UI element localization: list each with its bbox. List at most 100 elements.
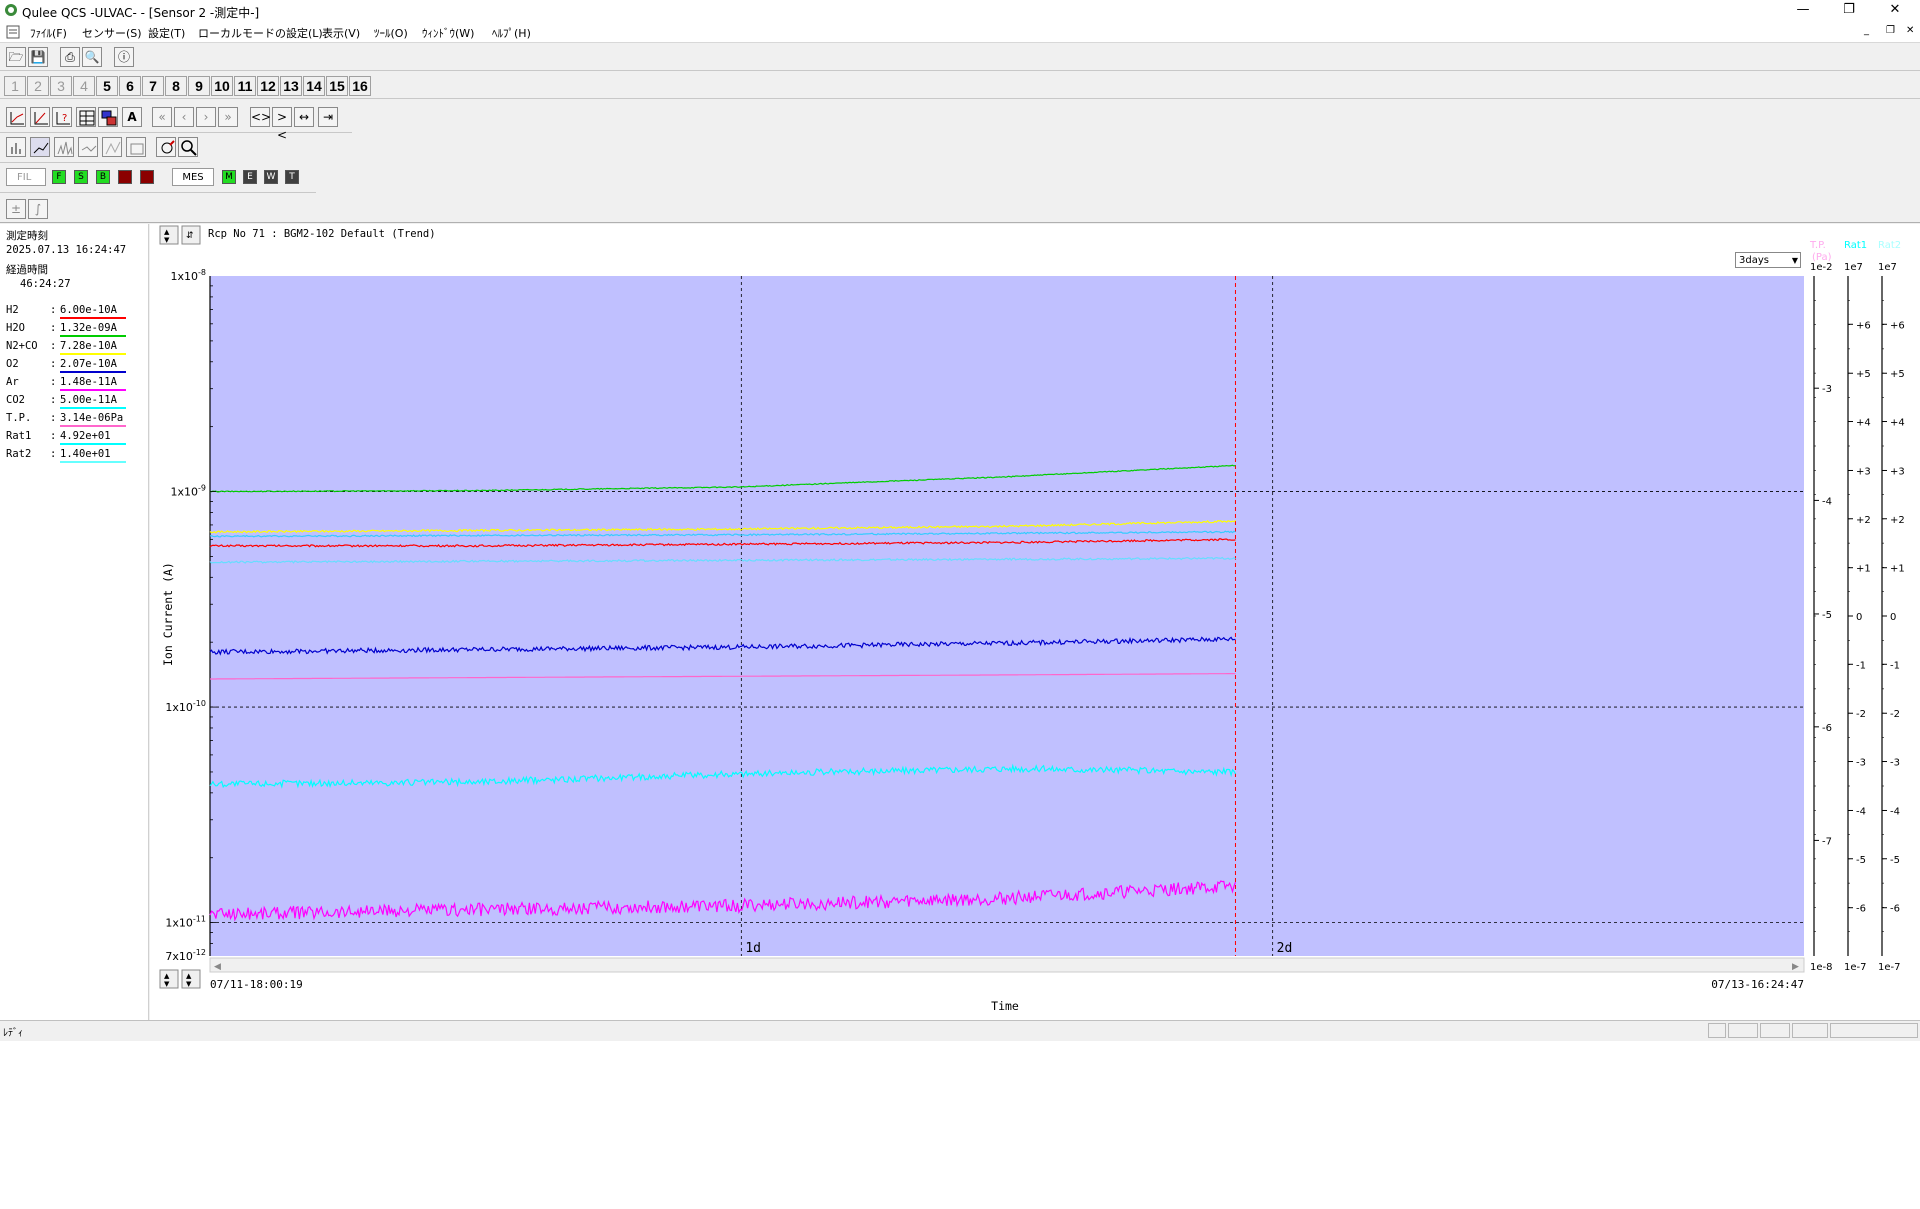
mdi-close-button[interactable]: ✕ bbox=[1906, 25, 1914, 36]
axis-log-icon[interactable] bbox=[30, 107, 50, 127]
grid-settings-icon[interactable] bbox=[76, 107, 96, 127]
measure-button-e[interactable]: E bbox=[243, 170, 257, 184]
menu-local-mode[interactable]: ローカルモードの設定(L) bbox=[198, 25, 323, 41]
zoom-icon[interactable] bbox=[178, 137, 198, 157]
zoom-out-x-icon[interactable]: <> bbox=[250, 107, 271, 127]
channel-button-10[interactable]: 10 bbox=[211, 76, 233, 96]
right-axis-label: -7 bbox=[1822, 836, 1832, 847]
right-axis-top-3: 1e7 bbox=[1878, 262, 1897, 273]
close-button[interactable]: ✕ bbox=[1872, 0, 1918, 22]
svg-text:▲: ▲ bbox=[164, 228, 170, 236]
scroll-prev-icon[interactable]: ‹ bbox=[174, 107, 194, 127]
window-layout-icon[interactable] bbox=[98, 107, 118, 127]
leak-graph-icon[interactable] bbox=[78, 137, 98, 157]
restore-button[interactable]: ❐ bbox=[1826, 0, 1872, 22]
channel-button-14[interactable]: 14 bbox=[303, 76, 325, 96]
menu-window[interactable]: ｳｨﾝﾄﾞｳ(W) bbox=[422, 25, 474, 41]
open-folder-icon[interactable]: 🗁 bbox=[6, 47, 26, 67]
header-scale-button[interactable]: ⇵ bbox=[181, 225, 201, 245]
x-axis-label: Time bbox=[991, 999, 1019, 1013]
channel-button-12[interactable]: 12 bbox=[257, 76, 279, 96]
channel-button-2[interactable]: 2 bbox=[27, 76, 49, 96]
channel-button-3[interactable]: 3 bbox=[50, 76, 72, 96]
filament-button-4[interactable] bbox=[118, 170, 132, 184]
about-icon[interactable]: ⓘ bbox=[114, 47, 134, 67]
application-window: Qulee QCS -ULVAC- - [Sensor 2 -測定中-] — ❐… bbox=[0, 0, 1920, 1041]
channel-button-4[interactable]: 4 bbox=[73, 76, 95, 96]
calc-add-icon[interactable]: ± bbox=[6, 199, 26, 219]
gas-value-co2: 5.00e-11A bbox=[60, 394, 117, 406]
time-range-select[interactable]: 3days ▼ bbox=[1735, 252, 1801, 268]
channel-button-11[interactable]: 11 bbox=[234, 76, 256, 96]
scale-up-down-bottom-left-2[interactable]: ▲ ▼ bbox=[181, 969, 201, 989]
spectrum-icon[interactable] bbox=[54, 137, 74, 157]
print-preview-icon[interactable]: 🔍 bbox=[82, 47, 102, 67]
scroll-next-icon[interactable]: › bbox=[196, 107, 216, 127]
save-icon[interactable]: 💾 bbox=[28, 47, 48, 67]
channel-button-15[interactable]: 15 bbox=[326, 76, 348, 96]
scale-up-down-bottom-left-1[interactable]: ▲ ▼ bbox=[159, 969, 179, 989]
fit-x-icon[interactable]: ↔ bbox=[294, 107, 314, 127]
channel-button-13[interactable]: 13 bbox=[280, 76, 302, 96]
channel-toolbar: 1 2 3 4 5 6 7 8 9 10 11 12 13 14 15 16 bbox=[0, 72, 1920, 99]
svg-text:?: ? bbox=[62, 113, 67, 124]
menu-file[interactable]: ﾌｧｲﾙ(F) bbox=[30, 25, 67, 41]
time-scrollbar[interactable]: ◀ ▶ bbox=[209, 957, 1805, 973]
zoom-in-x-icon[interactable]: >< bbox=[272, 107, 292, 142]
document-icon[interactable] bbox=[6, 25, 20, 39]
histogram-icon[interactable] bbox=[126, 137, 146, 157]
right-axis-title-3: Rat2 bbox=[1878, 240, 1901, 251]
gas-name-co2: CO2 bbox=[6, 394, 25, 406]
y-tick-label: 1x10-9 bbox=[171, 484, 207, 499]
settings-link-icon[interactable] bbox=[156, 137, 176, 157]
trend-chart-panel: ▲ ▼ ⇵ Rcp No 71 : BGM2-102 Default (Tren… bbox=[150, 224, 1920, 1020]
channel-button-7[interactable]: 7 bbox=[142, 76, 164, 96]
scroll-first-icon[interactable]: « bbox=[152, 107, 172, 127]
menu-tools[interactable]: ﾂｰﾙ(O) bbox=[374, 25, 408, 41]
measure-button-m[interactable]: M bbox=[222, 170, 236, 184]
bar-graph-icon[interactable] bbox=[6, 137, 26, 157]
menu-sensor[interactable]: センサー(S) bbox=[82, 25, 142, 41]
scale-up-down-top-left[interactable]: ▲ ▼ bbox=[159, 225, 179, 245]
scroll-last-icon[interactable]: » bbox=[218, 107, 238, 127]
graph-toolbar: ? A « ‹ › » <> >< ↔ ⇥ bbox=[0, 104, 352, 142]
right-axis-label: 0 bbox=[1890, 612, 1896, 623]
menu-view[interactable]: 表示(V) bbox=[322, 25, 360, 41]
right-axis-label: +1 bbox=[1856, 564, 1871, 575]
channel-button-8[interactable]: 8 bbox=[165, 76, 187, 96]
x-end-time: 07/13-16:24:47 bbox=[1711, 978, 1804, 991]
channel-button-5[interactable]: 5 bbox=[96, 76, 118, 96]
channel-button-1[interactable]: 1 bbox=[4, 76, 26, 96]
filament-button-5[interactable] bbox=[140, 170, 154, 184]
channel-button-6[interactable]: 6 bbox=[119, 76, 141, 96]
right-axis-label: -5 bbox=[1822, 610, 1832, 621]
channel-button-16[interactable]: 16 bbox=[349, 76, 371, 96]
filament-button-3[interactable]: B bbox=[96, 170, 110, 184]
menu-help[interactable]: ﾍﾙﾌﾟ(H) bbox=[492, 25, 531, 41]
minimize-button[interactable]: — bbox=[1780, 0, 1826, 22]
right-axis-label: +2 bbox=[1890, 515, 1905, 526]
menu-settings[interactable]: 設定(T) bbox=[148, 25, 185, 41]
text-annotation-button[interactable]: A bbox=[122, 107, 142, 127]
trend-graph-icon[interactable] bbox=[30, 137, 50, 157]
mdi-restore-button[interactable]: ❐ bbox=[1886, 25, 1895, 36]
gas-colon-ar: : bbox=[50, 376, 57, 388]
right-axis-top-1: 1e-2 bbox=[1810, 262, 1833, 273]
filament-button-2[interactable]: S bbox=[74, 170, 88, 184]
axis-linear-icon[interactable] bbox=[6, 107, 26, 127]
filament-button-1[interactable]: F bbox=[52, 170, 66, 184]
measure-button-t[interactable]: T bbox=[285, 170, 299, 184]
channel-button-9[interactable]: 9 bbox=[188, 76, 210, 96]
right-axis-label: -6 bbox=[1890, 904, 1900, 915]
integral-icon[interactable]: ∫ bbox=[28, 199, 48, 219]
print-icon[interactable]: ⎙ bbox=[60, 47, 80, 67]
follow-latest-icon[interactable]: ⇥ bbox=[318, 107, 338, 127]
mdi-minimize-button[interactable]: _ bbox=[1864, 25, 1869, 36]
measure-button-w[interactable]: W bbox=[264, 170, 278, 184]
elapsed-time-label: 経過時間 bbox=[6, 264, 48, 276]
gas-name-n2co: N2+CO bbox=[6, 340, 38, 352]
axis-help-icon[interactable]: ? bbox=[52, 107, 72, 127]
analog-graph-icon[interactable] bbox=[102, 137, 122, 157]
right-axis-bottom-1: 1e-8 bbox=[1810, 962, 1833, 973]
dropdown-arrow-icon: ▼ bbox=[1791, 256, 1798, 265]
